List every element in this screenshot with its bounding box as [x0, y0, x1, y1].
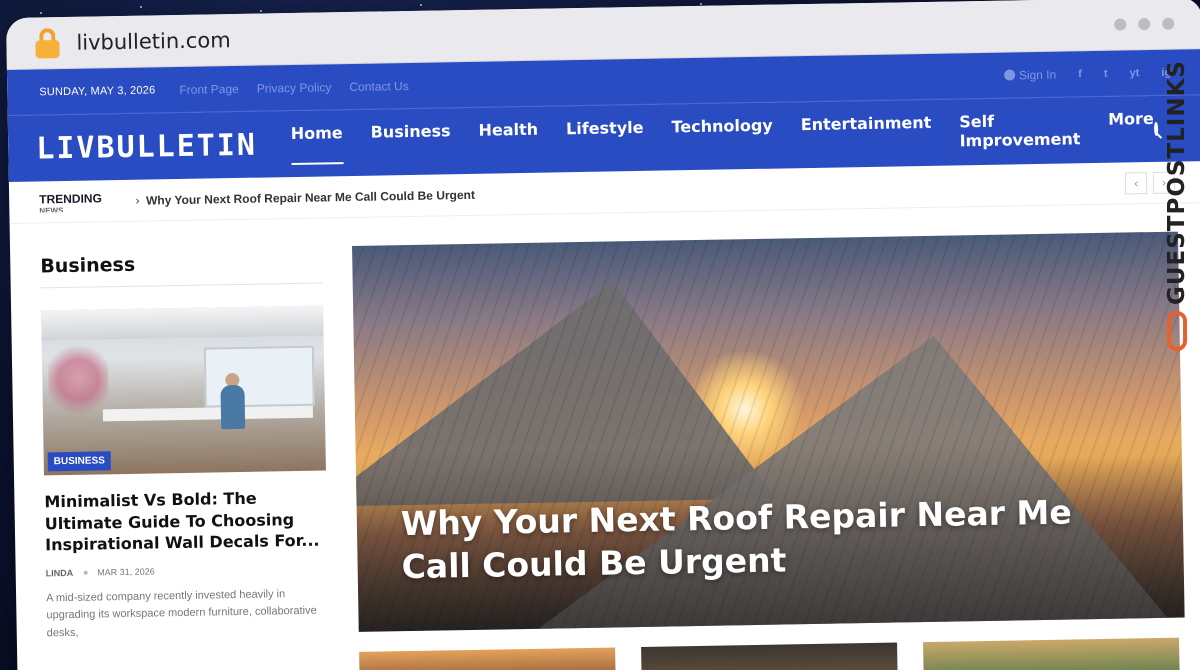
featured-column: Why Your Next Roof Repair Near Me Call C… [352, 231, 1186, 670]
url-text[interactable]: livbulletin.com [76, 28, 231, 55]
hero-title[interactable]: Why Your Next Roof Repair Near Me Call C… [401, 491, 1122, 589]
card-author[interactable]: LINDA [46, 568, 74, 578]
card-image[interactable]: BUSINESS [41, 305, 326, 476]
watermark-text: GUESTPOSTLINKS [1164, 60, 1190, 306]
hero-article[interactable]: Why Your Next Roof Repair Near Me Call C… [352, 231, 1185, 632]
site-logo[interactable]: LIVBULLETIN [36, 127, 257, 166]
link-front-page[interactable]: Front Page [179, 81, 239, 96]
link-privacy-policy[interactable]: Privacy Policy [257, 80, 332, 95]
youtube-icon[interactable]: yt [1129, 67, 1139, 79]
chevron-right-icon: › [135, 193, 141, 208]
thumbnail-image[interactable] [641, 642, 898, 670]
nav-lifestyle[interactable]: Lifestyle [566, 117, 644, 159]
nav-technology[interactable]: Technology [671, 115, 773, 158]
signin-label: Sign In [1018, 67, 1057, 82]
nav-home[interactable]: Home [290, 122, 344, 165]
card-date: MAR 31, 2026 [97, 566, 155, 578]
nav-business[interactable]: Business [370, 121, 451, 163]
link-icon [1167, 311, 1187, 352]
window-dot-icon[interactable] [1138, 17, 1151, 30]
card-title[interactable]: Minimalist Vs Bold: The Ultimate Guide T… [44, 486, 327, 556]
separator-dot-icon [83, 570, 88, 575]
thumbnail-image[interactable] [359, 647, 616, 670]
nav-entertainment[interactable]: Entertainment [801, 112, 932, 155]
lock-icon [34, 27, 61, 58]
top-links: Front Page Privacy Policy Contact Us [179, 78, 409, 96]
sidebar: Business BUSINESS Minimalist Vs Bold: Th… [40, 250, 330, 670]
section-title: Business [40, 250, 323, 289]
browser-window: livbulletin.com SUNDAY, MAY 3, 2026 Fron… [6, 0, 1200, 670]
nav-self-improvement[interactable]: Self Improvement [959, 110, 1081, 153]
nav-health[interactable]: Health [478, 119, 538, 161]
trending-sublabel: NEWS [39, 205, 64, 212]
guestpostlinks-watermark: GUESTPOSTLINKS [1158, 60, 1196, 360]
link-contact-us[interactable]: Contact Us [349, 78, 409, 93]
top-right: Sign In f t yt ig [1003, 65, 1171, 82]
window-controls [1114, 17, 1175, 31]
window-dot-icon[interactable] [1162, 17, 1175, 30]
category-badge[interactable]: BUSINESS [47, 451, 112, 472]
main-content: Business BUSINESS Minimalist Vs Bold: Th… [10, 203, 1200, 670]
nav-more[interactable]: More [1108, 108, 1154, 150]
trending-label-text: TRENDING [39, 190, 102, 206]
signin-link[interactable]: Sign In [1003, 67, 1057, 82]
thumbnail-image[interactable] [923, 637, 1180, 670]
twitter-icon[interactable]: t [1104, 67, 1108, 79]
facebook-icon[interactable]: f [1078, 68, 1082, 80]
user-icon [1003, 69, 1015, 81]
card-excerpt: A mid-sized company recently invested he… [46, 587, 317, 640]
thumbnail-row [359, 637, 1186, 670]
trending-prev-button[interactable]: ‹ [1124, 171, 1148, 194]
trending-headline[interactable]: Why Your Next Roof Repair Near Me Call C… [146, 187, 475, 207]
window-dot-icon[interactable] [1114, 17, 1127, 31]
current-date: SUNDAY, MAY 3, 2026 [39, 83, 156, 98]
trending-label: TRENDING NEWS [39, 190, 135, 212]
card-meta: LINDA MAR 31, 2026 [46, 563, 328, 578]
nav-items: Home Business Health Lifestyle Technolog… [290, 108, 1155, 165]
